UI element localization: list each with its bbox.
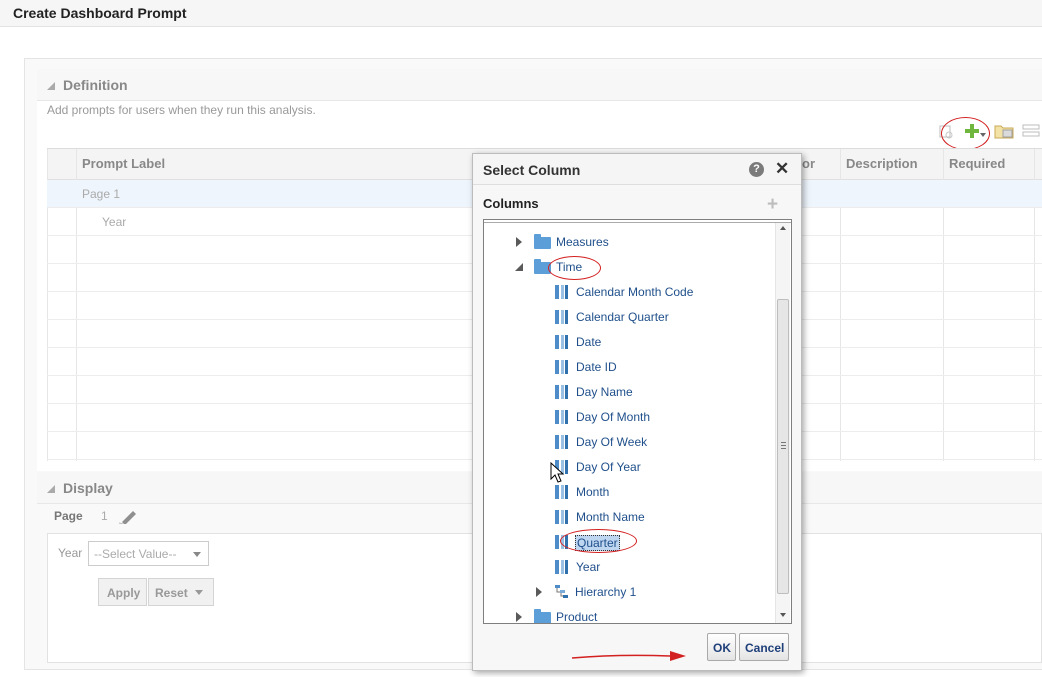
grip-line (781, 442, 786, 443)
edit-page-icon[interactable] (118, 508, 138, 524)
column-icon (555, 360, 569, 374)
folder-icon (534, 609, 551, 623)
window-title: Create Dashboard Prompt (13, 5, 187, 21)
tree-leaf-column[interactable]: Month Name (555, 508, 755, 526)
column-icon (555, 485, 569, 499)
tree-leaf-label: Month (576, 485, 610, 499)
page-number[interactable]: 1 (101, 509, 108, 523)
tree-node-measures[interactable]: Measures (514, 233, 714, 251)
dialog-header: Select Column ? ✕ (473, 154, 801, 185)
column-tree[interactable]: Measures Time Calendar Month Code Calend… (483, 219, 792, 624)
definition-description: Add prompts for users when they run this… (47, 103, 316, 117)
column-icon (555, 385, 569, 399)
column-icon (555, 435, 569, 449)
tree-leaf-label: Day Name (576, 385, 633, 399)
tree-node-hierarchy[interactable]: Hierarchy 1 (535, 583, 735, 601)
highlight-annotation-quarter (560, 529, 637, 553)
column-required: Required (949, 156, 1006, 171)
ok-button[interactable]: OK (707, 633, 736, 661)
collapse-triangle-icon[interactable] (47, 485, 55, 493)
tree-leaf-column[interactable]: Year (555, 558, 755, 576)
tree-leaf-column[interactable]: Calendar Month Code (555, 283, 755, 301)
apply-button[interactable]: Apply (98, 578, 147, 606)
tree-leaf-column[interactable]: Day Of Year (555, 458, 755, 476)
tree-leaf-column[interactable]: Date ID (555, 358, 755, 376)
chevron-down-icon (195, 590, 203, 595)
tree-scrollbar[interactable] (775, 223, 790, 623)
column-icon (555, 310, 569, 324)
tree-leaf-column[interactable]: Day Of Week (555, 433, 755, 451)
chevron-down-icon (193, 552, 201, 557)
column-icon (555, 335, 569, 349)
select-column-dialog: Select Column ? ✕ Columns + Measures Tim… (472, 153, 802, 671)
tree-leaf-column[interactable]: Day Name (555, 383, 755, 401)
tree-node-label: Hierarchy 1 (575, 585, 637, 599)
expand-icon[interactable] (536, 587, 542, 597)
column-icon (555, 560, 569, 574)
mouse-cursor-icon (550, 462, 564, 483)
help-icon[interactable]: ? (749, 162, 764, 177)
cancel-button[interactable]: Cancel (739, 633, 789, 661)
scroll-up-icon[interactable] (780, 226, 786, 230)
tree-leaf-column[interactable]: Calendar Quarter (555, 308, 755, 326)
dialog-title-bar: Create Dashboard Prompt (0, 0, 1042, 27)
arrow-annotation-icon (571, 651, 686, 661)
row-label: Page 1 (82, 187, 121, 201)
reset-button[interactable]: Reset (148, 578, 214, 606)
layout-icon[interactable] (1022, 124, 1040, 138)
tree-leaf-label: Date (576, 335, 602, 349)
tree-leaf-label: Day Of Week (576, 435, 648, 449)
tree-node-label: Measures (556, 235, 609, 249)
preview-prompt-label: Year (58, 546, 83, 560)
tree-node-label: Product (556, 610, 598, 624)
select-placeholder: --Select Value-- (94, 547, 177, 561)
column-operator: or (802, 156, 815, 171)
tree-leaf-label: Date ID (576, 360, 617, 374)
tree-leaf-label: Day Of Month (576, 410, 651, 424)
year-select[interactable]: --Select Value-- (88, 541, 209, 566)
collapse-icon[interactable] (515, 263, 523, 271)
tree-top-border (484, 220, 791, 223)
tree-leaf-label: Calendar Quarter (576, 310, 669, 324)
highlight-annotation-time (548, 256, 601, 280)
grip-line (781, 445, 786, 446)
cancel-label: Cancel (745, 641, 785, 655)
tree-leaf-column[interactable]: Month (555, 483, 755, 501)
row-label: Year (102, 215, 127, 229)
grip-line (781, 448, 786, 449)
column-icon (555, 510, 569, 524)
column-description: Description (846, 156, 918, 171)
tree-node-product[interactable]: Product (514, 608, 714, 624)
tree-leaf-column[interactable]: Day Of Month (555, 408, 755, 426)
hierarchy-icon (555, 585, 568, 598)
collapse-triangle-icon[interactable] (47, 82, 55, 90)
tree-leaf-label: Calendar Month Code (576, 285, 694, 299)
expand-icon[interactable] (516, 237, 522, 247)
folder-selection-icon[interactable] (994, 122, 1016, 139)
definition-heading: Definition (63, 77, 128, 93)
page-label: Page (54, 509, 83, 523)
expand-icon[interactable] (516, 612, 522, 622)
tree-leaf-label: Month Name (576, 510, 645, 524)
tree-leaf-label: Year (576, 560, 601, 574)
definition-header[interactable]: Definition (37, 69, 1042, 101)
reset-label: Reset (155, 586, 188, 600)
column-icon (555, 410, 569, 424)
columns-label: Columns (483, 196, 539, 211)
close-icon[interactable]: ✕ (775, 159, 789, 179)
apply-label: Apply (107, 586, 141, 600)
tree-leaf-label: Day Of Year (576, 460, 641, 474)
highlight-annotation-add (941, 117, 990, 150)
add-column-icon[interactable]: + (767, 195, 778, 214)
dialog-title: Select Column (483, 162, 581, 178)
tree-leaf-column[interactable]: Date (555, 333, 755, 351)
folder-icon (534, 234, 551, 249)
display-heading: Display (63, 480, 113, 496)
column-icon (555, 285, 569, 299)
tree-node-time[interactable]: Time (514, 258, 714, 276)
ok-label: OK (713, 641, 731, 655)
scrollbar-thumb[interactable] (777, 299, 789, 594)
column-prompt-label: Prompt Label (82, 156, 166, 171)
scroll-down-icon[interactable] (780, 613, 786, 617)
